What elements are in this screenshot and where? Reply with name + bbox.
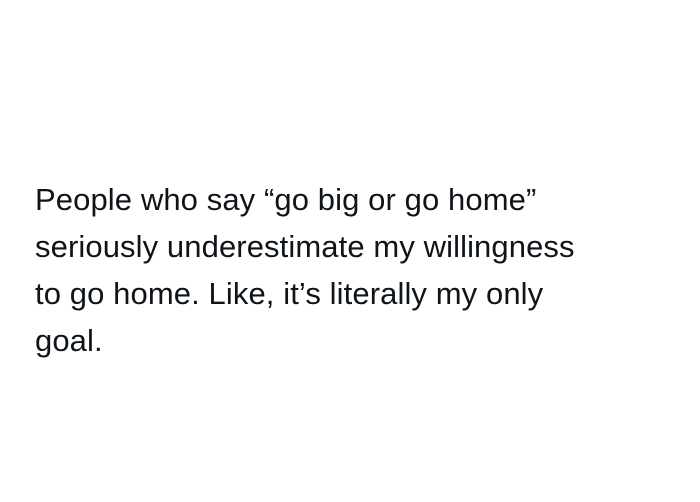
post-text-line: People who say “go big or go home” xyxy=(35,182,537,217)
post-text-line: seriously underestimate my willingness xyxy=(35,229,575,264)
post-text-line: goal. xyxy=(35,323,103,358)
post-text-line: to go home. Like, it’s literally my only xyxy=(35,276,544,311)
post-text: People who say “go big or go home” serio… xyxy=(35,176,675,364)
